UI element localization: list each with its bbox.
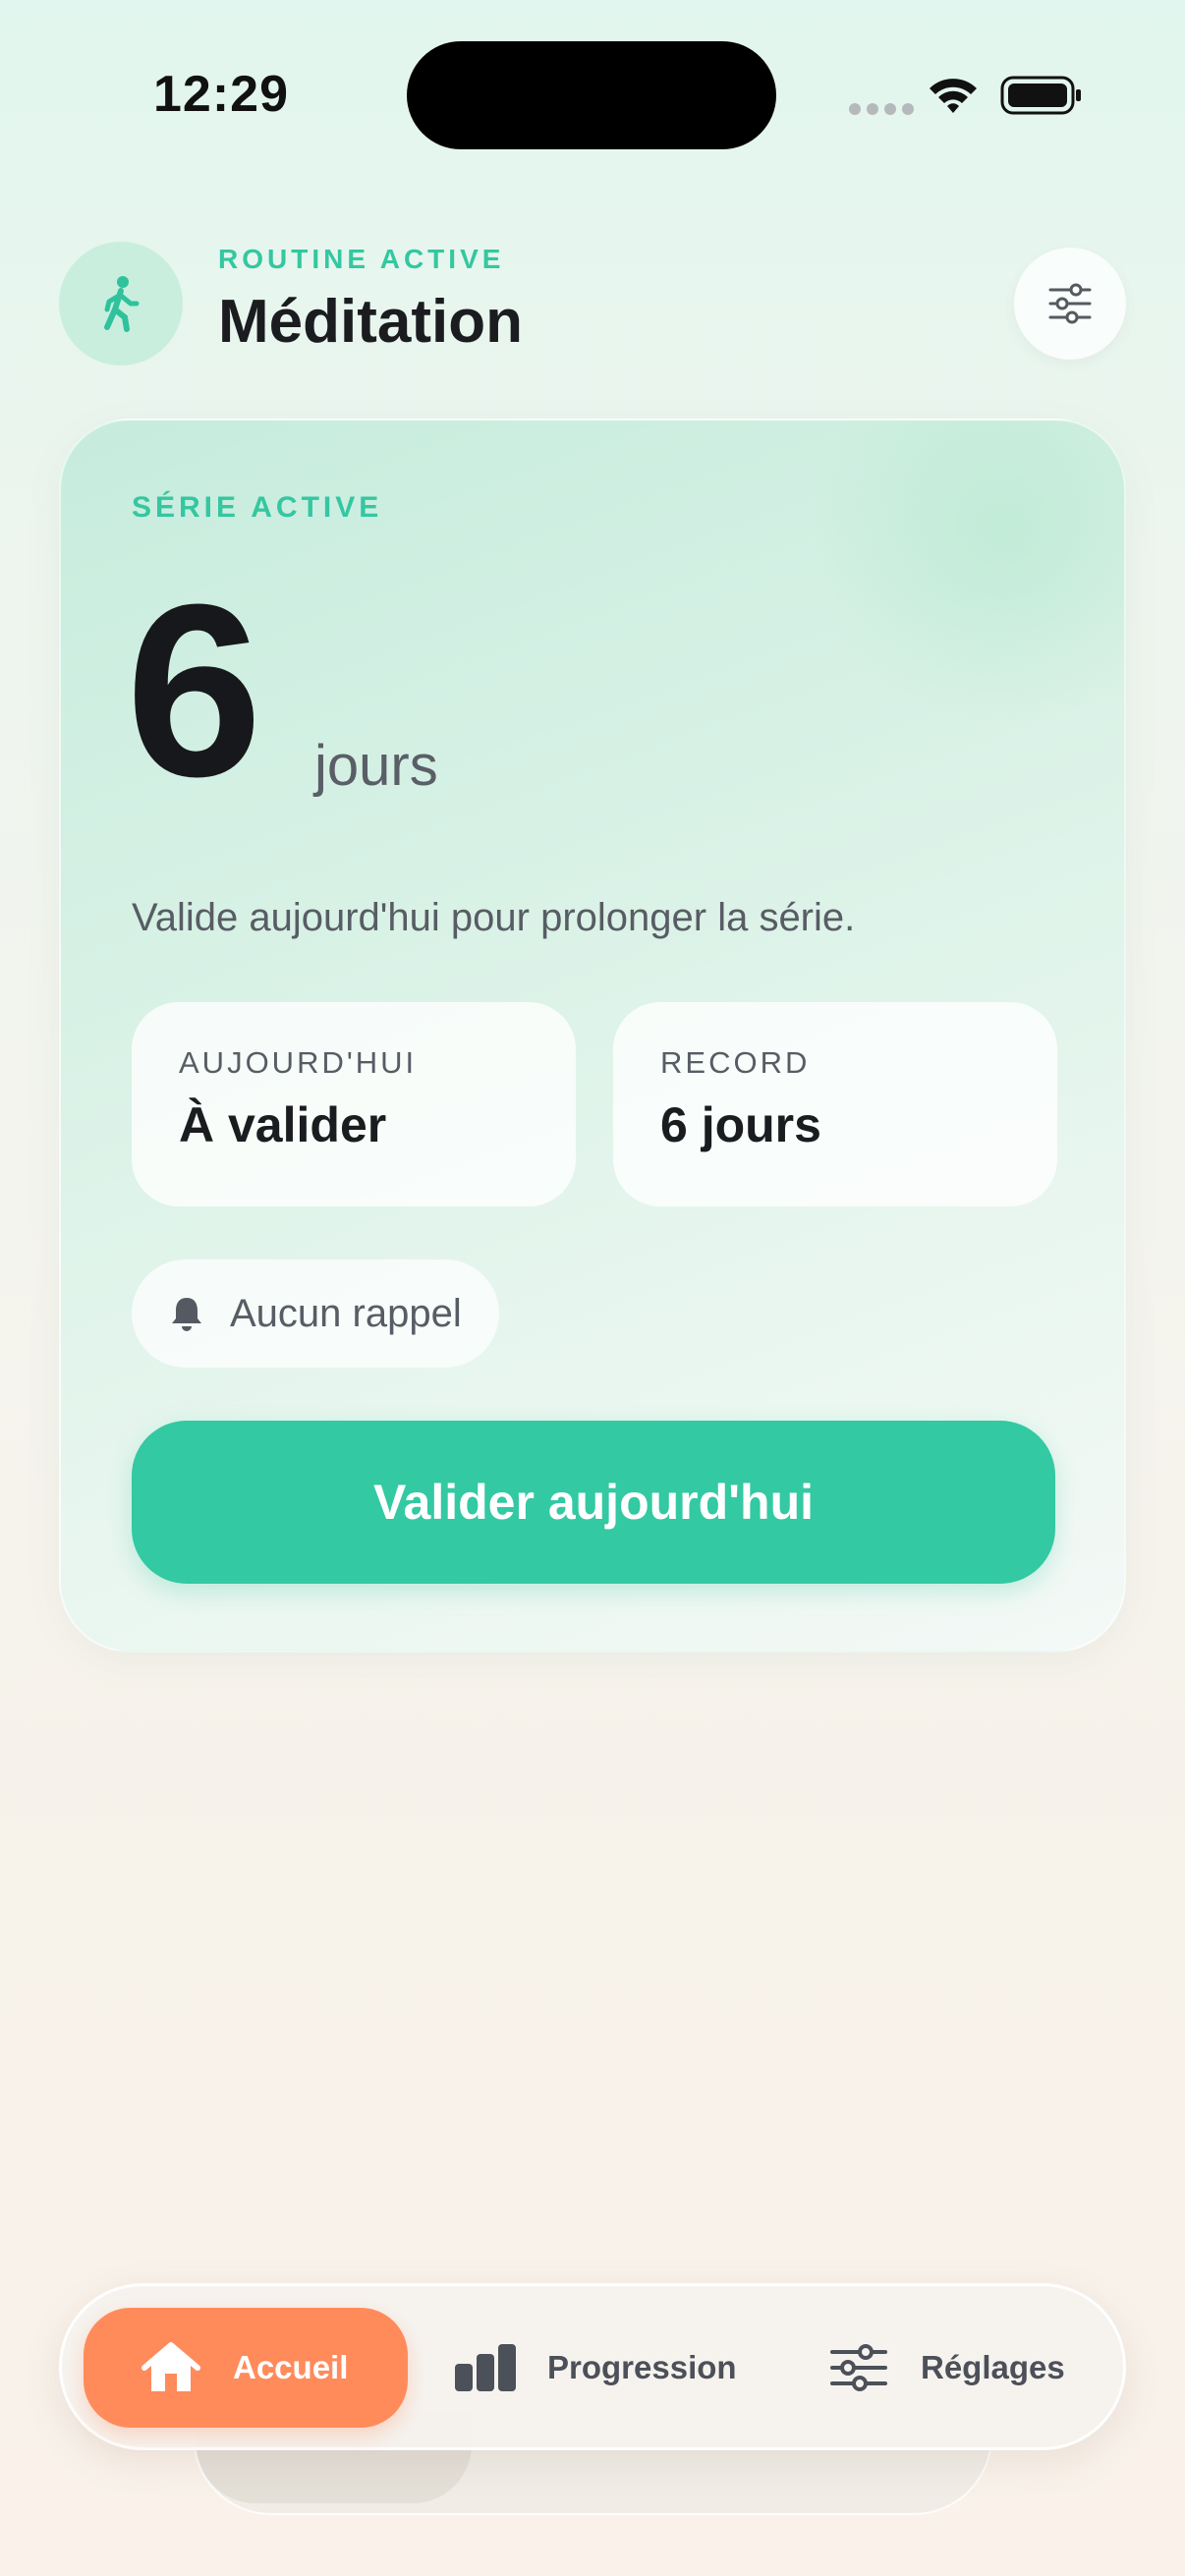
tab-bar: Accueil Progression Réglages: [59, 2283, 1126, 2450]
page-title: Méditation: [218, 288, 523, 356]
dynamic-island: [407, 41, 776, 149]
card-eyebrow: SÉRIE ACTIVE: [132, 491, 383, 524]
reminder-label: Aucun rappel: [230, 1291, 462, 1335]
streak-count: 6: [126, 553, 262, 827]
battery-icon: [1000, 76, 1081, 115]
stat-record-value: 6 jours: [660, 1097, 821, 1152]
validate-today-button[interactable]: Valider aujourd'hui: [132, 1421, 1055, 1584]
sliders-icon: [830, 2344, 887, 2391]
stat-record: RECORD 6 jours: [613, 1002, 1057, 1206]
bell-icon: [172, 1298, 201, 1331]
routine-avatar: [59, 242, 183, 365]
tab-settings-label: Réglages: [921, 2349, 1065, 2385]
streak-card: SÉRIE ACTIVE 6 jours Valide aujourd'hui …: [59, 419, 1126, 1652]
header-eyebrow: ROUTINE ACTIVE: [218, 244, 505, 274]
bar-chart-icon: [455, 2344, 516, 2391]
settings-button[interactable]: [1014, 248, 1126, 360]
reminder-chip[interactable]: Aucun rappel: [132, 1260, 499, 1368]
tab-progress-label: Progression: [547, 2349, 737, 2385]
home-icon: [141, 2342, 200, 2391]
wifi-icon: [930, 79, 977, 113]
sliders-icon: [1048, 283, 1092, 324]
status-time: 12:29: [153, 66, 289, 123]
stat-today-label: AUJOURD'HUI: [179, 1045, 418, 1080]
stat-record-label: RECORD: [660, 1045, 811, 1080]
streak-message: Valide aujourd'hui pour prolonger la sér…: [132, 896, 856, 939]
stat-today-value: À valider: [179, 1097, 387, 1152]
stat-today: AUJOURD'HUI À valider: [132, 1002, 576, 1206]
streak-unit: jours: [314, 734, 438, 798]
tab-home-label: Accueil: [233, 2349, 349, 2385]
cellular-signal-icon: [849, 103, 914, 115]
walking-person-icon: [104, 276, 140, 332]
tab-home[interactable]: Accueil: [84, 2308, 408, 2428]
tab-settings[interactable]: Réglages: [826, 2308, 1065, 2428]
tab-progress[interactable]: Progression: [453, 2308, 737, 2428]
